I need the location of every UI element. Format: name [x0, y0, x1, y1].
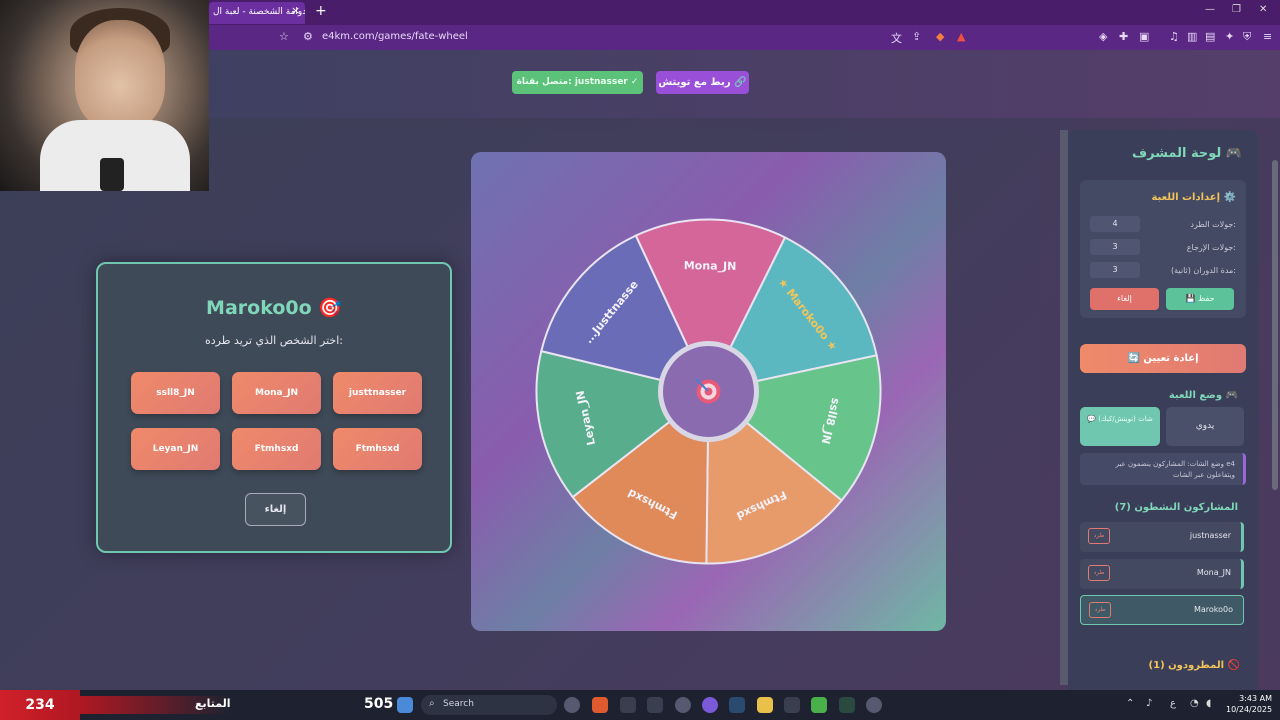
volume-icon[interactable]: ◖ [1206, 698, 1211, 709]
wallet-icon[interactable]: ▤ [1205, 30, 1215, 43]
setting-input[interactable]: 3 [1090, 262, 1140, 278]
browser-tabbar: دوامة الشخصنة - لعبة ال × + — ❐ ✕ [209, 0, 1280, 25]
webcam-overlay [0, 0, 209, 191]
save-button[interactable]: 💾 حفظ [1166, 288, 1234, 310]
player-name: Maroko0o [1193, 605, 1233, 614]
wifi-icon[interactable]: ◔ [1190, 698, 1199, 709]
new-tab-icon[interactable]: + [315, 3, 327, 19]
brave-shield-icon[interactable]: ◆ [936, 30, 944, 43]
setting-label: مدة الدوران (ثانية): [1171, 266, 1236, 275]
app-icon[interactable] [397, 697, 413, 713]
wheel-card: Mona_JN ★ Maroko0o ★ ssll8_JN Ftmhsxd Ftmhsx… [471, 152, 946, 631]
brave-icon[interactable] [592, 697, 608, 713]
puzzle-icon[interactable]: ✚ [1119, 30, 1128, 43]
setting-label: جولات الطرد: [1190, 220, 1236, 229]
share-icon[interactable]: ⇪ [912, 30, 921, 43]
taskbar: 234 المتابع 505 ⌕ Search ⌃ ♪ ع ◔ ◖ 3:43 … [0, 690, 1280, 720]
follower-count: 234 [0, 690, 80, 720]
mode-title: وضع اللعبة 🎮 [1168, 390, 1238, 401]
player-name: justnasser [1189, 531, 1231, 540]
taskbar-search[interactable]: ⌕ Search [421, 695, 557, 715]
modal-title: Maroko0o 🎯 [206, 297, 342, 319]
fate-wheel[interactable]: Mona_JN★ Maroko0o ★ssll8_JNFtmhsxdFtmhsx… [531, 214, 886, 569]
kick-button[interactable]: طرد [1089, 602, 1111, 618]
modal-cancel-button[interactable]: إلغاء [245, 493, 306, 526]
kick-button[interactable]: طرد [1088, 565, 1110, 581]
menu-icon[interactable]: ≡ [1263, 30, 1272, 43]
cancel-button[interactable]: إلغاء [1090, 288, 1159, 310]
player-name: Mona_JN [1196, 568, 1231, 577]
gallery-icon[interactable]: ▣ [1139, 30, 1149, 43]
bookmark-icon[interactable]: ☆ [279, 30, 289, 43]
search-icon: ⌕ [429, 698, 435, 709]
extension-icon[interactable]: ◈ [1099, 30, 1107, 43]
setting-input[interactable]: 4 [1090, 216, 1140, 232]
app-icon[interactable] [620, 697, 636, 713]
app-icon[interactable] [675, 697, 691, 713]
music-icon[interactable]: ♫ [1169, 30, 1179, 43]
chevron-up-icon[interactable]: ⌃ [1126, 698, 1134, 709]
clock-time: 3:43 AM [1239, 694, 1272, 703]
app-icon[interactable] [866, 697, 882, 713]
app-icon[interactable] [647, 697, 663, 713]
app-icon[interactable] [784, 697, 800, 713]
settings-title: إعدادات اللعبة ⚙️ [1151, 192, 1236, 203]
player-row[interactable]: Mona_JN طرد [1080, 559, 1244, 589]
player-row[interactable]: justnasser طرد [1080, 522, 1244, 552]
choice-button[interactable]: ssll8_JN [131, 372, 220, 414]
minimize-icon[interactable]: — [1205, 4, 1215, 15]
maximize-icon[interactable]: ❐ [1232, 4, 1241, 15]
search-placeholder: Search [443, 699, 474, 709]
kicked-players-title: المطرودون (1) 🚫 [1148, 660, 1240, 671]
page-scrollbar[interactable] [1272, 160, 1278, 490]
obs-icon[interactable] [564, 697, 580, 713]
wheel-segment-label: Mona_JN [684, 259, 737, 273]
panel-scrollbar[interactable] [1060, 130, 1068, 685]
translate-icon[interactable]: 文 [891, 30, 902, 46]
url-text[interactable]: e4km.com/games/fate-wheel [322, 31, 468, 42]
sidebar-icon[interactable]: ▥ [1187, 30, 1197, 43]
close-window-icon[interactable]: ✕ [1259, 4, 1267, 15]
app-icon[interactable] [811, 697, 827, 713]
kick-choice-modal: Maroko0o 🎯 اختر الشخص الذي تريد طرده: ss… [96, 262, 452, 553]
choice-button[interactable]: justtnasser [333, 372, 422, 414]
folder-icon[interactable] [757, 697, 773, 713]
app-icon[interactable] [839, 697, 855, 713]
chat-mode-button[interactable]: 💬 شات (تويتش/كيك) [1080, 407, 1160, 446]
mode-description: وضع الشات: المشاركون ينضمون عبر e4 ويتفا… [1080, 453, 1246, 485]
kick-button[interactable]: طرد [1088, 528, 1110, 544]
admin-panel-title: لوحة المشرف 🎮 [1132, 146, 1242, 161]
clock-date: 10/24/2025 [1226, 705, 1273, 714]
reset-button[interactable]: 🔄 إعادة تعيين [1080, 344, 1246, 373]
setting-label: جولات الإرجاع: [1186, 243, 1236, 252]
choice-button[interactable]: Ftmhsxd [232, 428, 321, 470]
player-row[interactable]: Maroko0o طرد [1080, 595, 1244, 625]
admin-panel: لوحة المشرف 🎮 إعدادات اللعبة ⚙️ جولات ال… [1068, 130, 1258, 690]
game-settings: إعدادات اللعبة ⚙️ جولات الطرد: 4 جولات ا… [1080, 180, 1246, 318]
manual-mode-button[interactable]: يدوي [1166, 407, 1244, 446]
site-settings-icon[interactable]: ⚙ [303, 30, 313, 43]
microphone [100, 158, 124, 191]
webcam-face [75, 20, 165, 130]
follower-label: المتابع [195, 697, 231, 710]
rewards-icon[interactable]: ▲ [957, 30, 965, 43]
active-players-title: المشاركون النشطون (7) [1114, 502, 1238, 513]
setting-input[interactable]: 3 [1090, 239, 1140, 255]
tab-close-icon[interactable]: × [291, 4, 300, 17]
steam-icon[interactable] [729, 697, 745, 713]
connected-button[interactable]: متصل بقناة: justnasser ✓ [512, 71, 643, 94]
language-indicator[interactable]: ع [1170, 698, 1176, 709]
modal-subtitle: اختر الشخص الذي تريد طرده: [205, 334, 343, 347]
mic-icon[interactable]: ♪ [1146, 698, 1152, 709]
choice-button[interactable]: Ftmhsxd [333, 428, 422, 470]
address-bar: ☆ ⚙ e4km.com/games/fate-wheel 文 ⇪ ◆ ▲ ◈ … [209, 25, 1280, 50]
choice-button[interactable]: Mona_JN [232, 372, 321, 414]
choice-button[interactable]: Leyan_JN [131, 428, 220, 470]
vpn-icon[interactable]: ⛨ [1243, 30, 1251, 44]
score-number: 505 [364, 696, 394, 712]
ai-icon[interactable]: ✦ [1225, 30, 1234, 43]
clock[interactable]: 3:43 AM 10/24/2025 [1226, 693, 1272, 715]
twitch-connect-button[interactable]: ربط مع تويتش 🔗 [656, 71, 749, 94]
discord-icon[interactable] [702, 697, 718, 713]
